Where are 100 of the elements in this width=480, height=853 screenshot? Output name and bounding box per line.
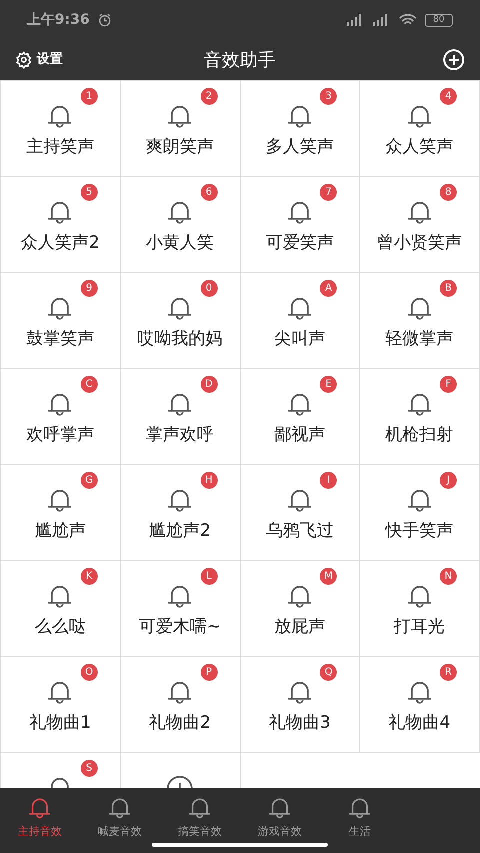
bell-icon bbox=[406, 583, 434, 609]
sound-label: 曾小贤笑声 bbox=[377, 232, 462, 255]
bell-icon bbox=[286, 583, 314, 609]
sound-label: 鄙视声 bbox=[274, 424, 326, 447]
sound-label: 礼物曲1 bbox=[29, 712, 92, 735]
sound-label: 众人笑声 bbox=[386, 136, 454, 159]
shortcut-badge: A bbox=[320, 280, 338, 297]
sound-cell[interactable]: K 么么哒 bbox=[1, 561, 121, 657]
sound-cell[interactable]: B 轻微掌声 bbox=[360, 273, 480, 369]
sound-label: 尴尬声 bbox=[34, 520, 86, 543]
sound-cell[interactable]: E 鄙视声 bbox=[240, 369, 360, 465]
sound-label: 哎呦我的妈 bbox=[138, 328, 223, 351]
shortcut-badge: J bbox=[440, 472, 457, 489]
sound-cell[interactable]: 6 小黄人笑 bbox=[120, 177, 240, 273]
bell-icon bbox=[406, 391, 434, 417]
sound-label: 众人笑声2 bbox=[20, 232, 100, 255]
bell-icon bbox=[406, 679, 434, 705]
sound-label: 尴尬声2 bbox=[149, 520, 212, 543]
sound-cell[interactable]: C 欢呼掌声 bbox=[1, 369, 121, 465]
bell-icon bbox=[286, 103, 314, 129]
shortcut-badge: C bbox=[80, 376, 98, 393]
sound-cell[interactable]: I 乌鸦飞过 bbox=[240, 465, 360, 561]
battery-icon: 80 bbox=[425, 14, 453, 26]
shortcut-badge: D bbox=[200, 376, 218, 393]
sound-label: 主持笑声 bbox=[26, 136, 94, 159]
settings-button[interactable]: 设置 bbox=[15, 50, 63, 70]
sound-cell[interactable]: Q 礼物曲3 bbox=[240, 657, 360, 753]
shortcut-badge: I bbox=[320, 472, 338, 489]
sound-cell[interactable]: 7 可爱笑声 bbox=[240, 177, 360, 273]
sound-cell[interactable]: H 尴尬声2 bbox=[120, 465, 240, 561]
bell-icon bbox=[286, 199, 314, 225]
sound-label: 打耳光 bbox=[394, 616, 446, 639]
sound-cell[interactable]: M 放屁声 bbox=[240, 561, 360, 657]
sound-cell[interactable]: G 尴尬声 bbox=[1, 465, 121, 561]
sound-cell[interactable]: R 礼物曲4 bbox=[360, 657, 480, 753]
sound-cell[interactable]: F 机枪扫射 bbox=[360, 369, 480, 465]
alarm-icon bbox=[98, 13, 112, 27]
sound-cell[interactable]: D 掌声欢呼 bbox=[120, 369, 240, 465]
shortcut-badge: M bbox=[320, 568, 338, 585]
bell-icon bbox=[286, 295, 314, 321]
bottom-tab[interactable]: 游戏音效 bbox=[240, 796, 320, 840]
sound-label: 么么哒 bbox=[34, 616, 86, 639]
bell-icon bbox=[406, 295, 434, 321]
sound-cell[interactable]: 9 鼓掌笑声 bbox=[1, 273, 121, 369]
sound-cell[interactable]: 0 哎呦我的妈 bbox=[120, 273, 240, 369]
sound-label: 机枪扫射 bbox=[386, 424, 454, 447]
sound-label: 可爱笑声 bbox=[266, 232, 334, 255]
sound-cell[interactable]: 5 众人笑声2 bbox=[1, 177, 121, 273]
shortcut-badge: H bbox=[200, 472, 218, 489]
shortcut-badge: O bbox=[80, 664, 98, 681]
shortcut-badge: B bbox=[440, 280, 457, 297]
shortcut-badge: E bbox=[320, 376, 338, 393]
sound-label: 放屁声 bbox=[274, 616, 326, 639]
sound-label: 可爱木嚅~ bbox=[139, 616, 222, 639]
shortcut-badge: 7 bbox=[320, 184, 338, 201]
shortcut-badge: L bbox=[200, 568, 218, 585]
shortcut-badge: G bbox=[80, 472, 98, 489]
shortcut-badge: F bbox=[440, 376, 457, 393]
bell-icon bbox=[286, 679, 314, 705]
sound-label: 礼物曲3 bbox=[268, 712, 331, 735]
sound-cell[interactable]: P 礼物曲2 bbox=[120, 657, 240, 753]
sound-cell[interactable]: J 快手笑声 bbox=[360, 465, 480, 561]
bell-icon bbox=[406, 487, 434, 513]
bottom-tab[interactable]: 搞笑音效 bbox=[160, 796, 240, 840]
sound-label: 鼓掌笑声 bbox=[26, 328, 94, 351]
bottom-tab[interactable]: 生活 bbox=[320, 796, 400, 840]
sound-cell[interactable]: N 打耳光 bbox=[360, 561, 480, 657]
shortcut-badge: 0 bbox=[200, 280, 218, 297]
bell-icon bbox=[406, 199, 434, 225]
sound-cell[interactable]: 2 爽朗笑声 bbox=[120, 81, 240, 177]
sound-cell[interactable]: 4 众人笑声 bbox=[360, 81, 480, 177]
sound-label: 礼物曲4 bbox=[388, 712, 451, 735]
shortcut-badge: 3 bbox=[320, 88, 338, 105]
shortcut-badge: N bbox=[440, 568, 457, 585]
sound-cell[interactable]: O 礼物曲1 bbox=[1, 657, 121, 753]
sound-label: 小黄人笑 bbox=[146, 232, 214, 255]
sound-cell[interactable]: 8 曾小贤笑声 bbox=[360, 177, 480, 273]
sound-label: 礼物曲2 bbox=[149, 712, 212, 735]
add-button[interactable] bbox=[443, 49, 465, 71]
sound-label: 尖叫声 bbox=[274, 328, 326, 351]
bell-icon bbox=[406, 103, 434, 129]
sound-cell[interactable]: A 尖叫声 bbox=[240, 273, 360, 369]
app-title: 音效助手 bbox=[204, 48, 276, 72]
sound-cell[interactable]: 1 主持笑声 bbox=[1, 81, 121, 177]
shortcut-badge: 6 bbox=[200, 184, 218, 201]
bell-icon bbox=[286, 391, 314, 417]
settings-icon bbox=[15, 51, 33, 69]
sound-label: 轻微掌声 bbox=[386, 328, 454, 351]
sound-label: 乌鸦飞过 bbox=[266, 520, 334, 543]
shortcut-badge: 4 bbox=[440, 88, 457, 105]
sound-label: 爽朗笑声 bbox=[146, 136, 214, 159]
shortcut-badge: 8 bbox=[440, 184, 457, 201]
bell-icon bbox=[286, 487, 314, 513]
sound-label: 欢呼掌声 bbox=[26, 424, 94, 447]
shortcut-badge: K bbox=[80, 568, 98, 585]
shortcut-badge: 5 bbox=[80, 184, 98, 201]
bottom-tab[interactable]: 喊麦音效 bbox=[80, 796, 160, 840]
sound-label: 多人笑声 bbox=[266, 136, 334, 159]
sound-cell[interactable]: L 可爱木嚅~ bbox=[120, 561, 240, 657]
sound-cell[interactable]: 3 多人笑声 bbox=[240, 81, 360, 177]
